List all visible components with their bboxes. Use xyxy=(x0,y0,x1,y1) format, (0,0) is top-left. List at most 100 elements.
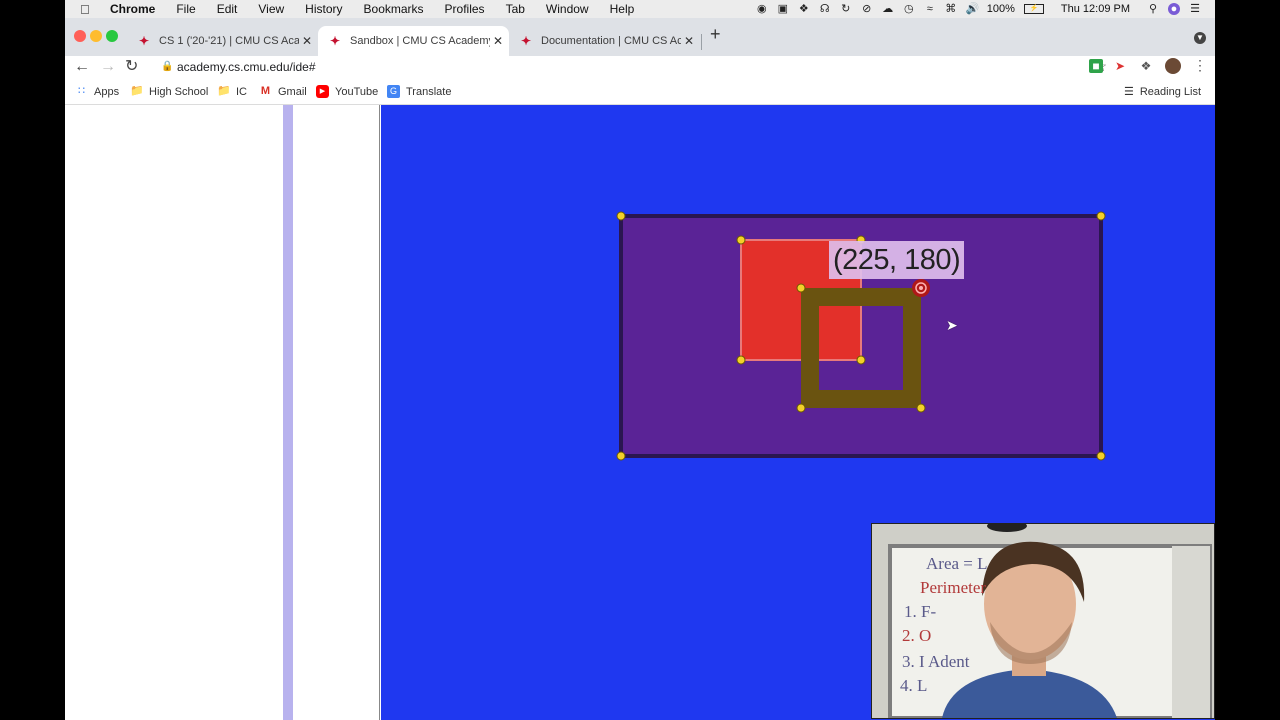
whiteboard-line: Area = L xyxy=(926,554,988,573)
whiteboard-line: 1. F- xyxy=(904,602,937,621)
battery-percent: 100% xyxy=(986,3,1015,15)
code-editor-pane[interactable] xyxy=(65,105,279,720)
bookmark-gmail[interactable]: M Gmail xyxy=(259,85,307,98)
tab-sandbox[interactable]: ✦ Sandbox | CMU CS Academy ✕ xyxy=(318,26,509,56)
dropbox-icon[interactable]: ❖ xyxy=(798,3,810,15)
tab-cs1[interactable]: ✦ CS 1 ('20-'21) | CMU CS Academy ✕ xyxy=(127,26,317,56)
handle[interactable] xyxy=(616,451,626,461)
handle[interactable] xyxy=(796,283,806,293)
battery-icon[interactable]: ⚡ xyxy=(1023,4,1044,14)
extension-green-icon[interactable]: ■ xyxy=(1089,59,1103,73)
menu-bookmarks[interactable]: Bookmarks xyxy=(364,2,424,16)
menu-clock[interactable]: Thu 12:09 PM xyxy=(1061,3,1130,15)
address-bar[interactable]: 🔒 academy.cs.cmu.edu/ide# ☆ xyxy=(153,57,1107,77)
bookmark-label: Translate xyxy=(406,85,452,98)
pane-splitter[interactable] xyxy=(283,105,293,720)
tab-strip: ✦ CS 1 ('20-'21) | CMU CS Academy ✕ ✦ Sa… xyxy=(65,18,1215,56)
gmail-icon: M xyxy=(260,85,271,97)
extension-arrow-icon[interactable]: ➤ xyxy=(1113,59,1127,73)
handle[interactable] xyxy=(736,235,746,245)
lock-icon[interactable]: 🔒 xyxy=(161,61,173,72)
record-icon[interactable]: ◉ xyxy=(756,3,768,15)
menu-help[interactable]: Help xyxy=(610,2,635,16)
menu-profiles[interactable]: Profiles xyxy=(445,2,485,16)
menu-app-name[interactable]: Chrome xyxy=(110,2,155,16)
folder-icon: 📁 xyxy=(130,85,144,97)
whiteboard-line: 4. L xyxy=(900,676,928,695)
apple-icon[interactable]:  xyxy=(80,2,96,17)
bookmark-label: Apps xyxy=(94,85,120,98)
bookmark-label: Gmail xyxy=(278,85,307,98)
bookmark-label: High School xyxy=(149,85,209,98)
bookmark-high-school[interactable]: 📁 High School xyxy=(130,85,208,98)
zoom-window-button[interactable] xyxy=(106,30,118,42)
sync-icon[interactable]: ↻ xyxy=(840,3,852,15)
handle[interactable] xyxy=(736,355,746,365)
dnd-icon[interactable]: ⊘ xyxy=(861,3,873,15)
cloud-icon[interactable]: ☁ xyxy=(882,3,894,15)
menu-window[interactable]: Window xyxy=(546,2,589,16)
translate-icon: G xyxy=(387,85,400,98)
tab-documentation[interactable]: ✦ Documentation | CMU CS Academy ✕ xyxy=(509,26,699,56)
handle[interactable] xyxy=(856,355,866,365)
handle[interactable] xyxy=(1096,211,1106,221)
new-tab-icon[interactable]: + xyxy=(710,24,721,45)
menu-dots-icon[interactable]: ⋮ xyxy=(1193,57,1207,74)
status-area: ◉ ▣ ❖ ☊ ↻ ⊘ ☁ ◷ ≈ ⌘ 🔊 100% ⚡ Thu 12:09 P… xyxy=(756,0,1201,18)
wave-icon[interactable]: ≈ xyxy=(924,3,936,15)
reading-list-icon: ☰ xyxy=(1123,86,1134,98)
editor-gutter xyxy=(293,105,380,720)
whiteboard-line: 2. O xyxy=(902,626,932,645)
bookmark-label: YouTube xyxy=(335,85,379,98)
tab-title: CS 1 ('20-'21) | CMU CS Academy xyxy=(159,35,299,47)
handle[interactable] xyxy=(796,403,806,413)
cmu-favicon-icon: ✦ xyxy=(329,34,341,48)
menu-view[interactable]: View xyxy=(258,2,284,16)
back-icon[interactable]: ← xyxy=(74,56,90,78)
minimize-window-button[interactable] xyxy=(90,30,102,42)
screen:  Chrome File Edit View History Bookmark… xyxy=(65,0,1215,720)
folder-icon: 📁 xyxy=(217,85,231,97)
target-marker-icon xyxy=(912,279,930,297)
menu-tab[interactable]: Tab xyxy=(506,2,525,16)
handle[interactable] xyxy=(1096,451,1106,461)
siri-icon[interactable]: ● xyxy=(1168,3,1180,15)
tab-separator xyxy=(701,34,702,50)
handle[interactable] xyxy=(916,403,926,413)
profile-avatar[interactable] xyxy=(1165,58,1181,74)
bookmark-translate[interactable]: G Translate xyxy=(387,85,451,98)
tab-title: Documentation | CMU CS Academy xyxy=(541,35,681,47)
headphones-icon[interactable]: ☊ xyxy=(819,3,831,15)
webcam-overlay: Area = L Perimeter 1. F- 2. O 3. I Adent… xyxy=(871,523,1215,719)
bookmark-ic[interactable]: 📁 IC xyxy=(217,85,247,98)
coordinate-readout: (225, 180) xyxy=(829,241,965,279)
screen-icon[interactable]: ▣ xyxy=(777,3,789,15)
close-window-button[interactable] xyxy=(74,30,86,42)
menu-file[interactable]: File xyxy=(176,2,195,16)
close-tab-icon[interactable]: ✕ xyxy=(490,34,506,48)
cmu-favicon-icon: ✦ xyxy=(520,34,532,48)
wifi-icon[interactable]: ⌘ xyxy=(945,3,957,15)
reload-icon[interactable]: ↻ xyxy=(125,56,138,78)
menu-history[interactable]: History xyxy=(305,2,342,16)
tab-search-icon[interactable]: ▼ xyxy=(1194,32,1206,44)
spotlight-icon[interactable]: ⚲ xyxy=(1147,3,1159,15)
control-center-icon[interactable]: ☰ xyxy=(1189,3,1201,15)
volume-icon[interactable]: 🔊 xyxy=(966,3,980,15)
reading-list-button[interactable]: ☰ Reading List xyxy=(1123,85,1201,99)
mac-menu-bar:  Chrome File Edit View History Bookmark… xyxy=(65,0,1215,18)
extensions-puzzle-icon[interactable]: ❖ xyxy=(1139,59,1153,73)
close-tab-icon[interactable]: ✕ xyxy=(681,34,697,48)
menu-edit[interactable]: Edit xyxy=(217,2,238,16)
bookmark-apps[interactable]: ∷ Apps xyxy=(75,85,119,98)
handle[interactable] xyxy=(616,211,626,221)
close-tab-icon[interactable]: ✕ xyxy=(299,34,315,48)
youtube-icon: ▶ xyxy=(316,85,329,98)
mouse-cursor-icon: ➤ xyxy=(946,317,958,333)
bookmarks-bar: ∷ Apps 📁 High School 📁 IC M Gmail ▶ YouT… xyxy=(65,80,1215,105)
url-text[interactable]: academy.cs.cmu.edu/ide# xyxy=(177,60,316,74)
whiteboard-line: 3. I Adent xyxy=(902,652,970,671)
bookmark-youtube[interactable]: ▶ YouTube xyxy=(316,85,378,98)
time-machine-icon[interactable]: ◷ xyxy=(903,3,915,15)
forward-icon[interactable]: → xyxy=(100,56,116,78)
